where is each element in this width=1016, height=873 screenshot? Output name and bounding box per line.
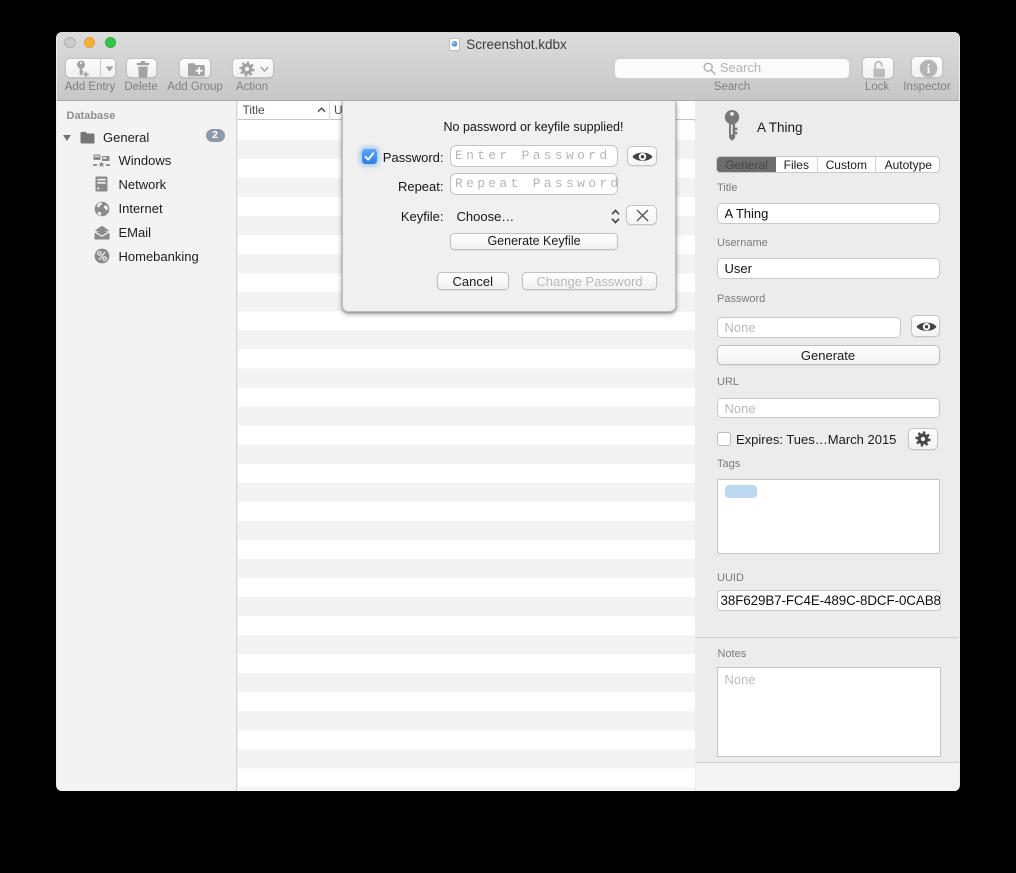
svg-text:i: i (926, 62, 930, 76)
